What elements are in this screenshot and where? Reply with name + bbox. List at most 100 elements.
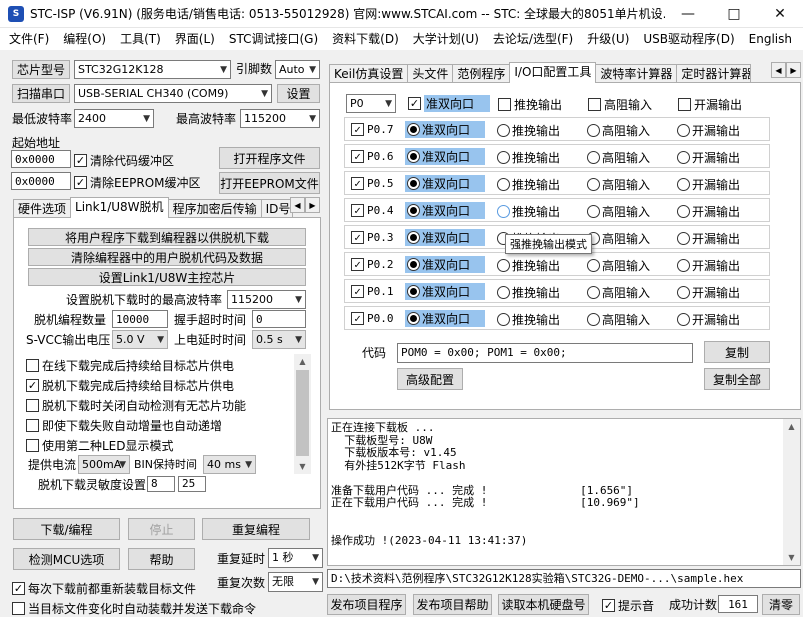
repeat-count-select[interactable]: 无限 ▼: [268, 572, 323, 592]
pin-mode-radio[interactable]: 开漏输出: [677, 230, 740, 247]
publish-help-button[interactable]: 发布项目帮助: [413, 594, 492, 615]
offline-baud-select[interactable]: 115200 ▼: [227, 290, 306, 309]
pin-count-select[interactable]: Auto ▼: [275, 60, 320, 79]
menu-usb-driver[interactable]: USB驱动程序(D): [636, 28, 741, 50]
download-program-button[interactable]: 下载/编程: [13, 518, 120, 540]
pin-mode-radio[interactable]: 准双向口: [405, 310, 485, 327]
pin-mode-radio[interactable]: 高阻输入: [587, 257, 650, 274]
pin-mode-radio[interactable]: 高阻输入: [587, 284, 650, 301]
offline-option-checkbox[interactable]: 即使下载失败自动增量也自动递增: [26, 417, 222, 434]
pin-mode-radio[interactable]: 准双向口: [405, 256, 485, 273]
repeat-delay-select[interactable]: 1 秒 ▼: [268, 548, 323, 568]
reload-file-checkbox[interactable]: ✓ 每次下载前都重新装载目标文件: [12, 580, 196, 597]
pin-mode-radio[interactable]: 高阻输入: [587, 149, 650, 166]
chip-model-select[interactable]: STC32G12K128 ▼: [74, 60, 231, 79]
sensitivity-input-1[interactable]: 8: [147, 476, 175, 492]
max-baud-select[interactable]: 115200 ▼: [240, 109, 320, 128]
tab-id[interactable]: ID号: [260, 199, 293, 218]
menu-file[interactable]: 文件(F): [2, 28, 56, 50]
pin-mode-radio[interactable]: 推挽输出: [497, 176, 560, 193]
code-output-input[interactable]: POM0 = 0x00; POM1 = 0x00;: [397, 343, 693, 363]
minimize-icon[interactable]: —: [665, 0, 711, 28]
read-disk-serial-button[interactable]: 读取本机硬盘号: [498, 594, 589, 615]
pin-mode-radio[interactable]: 开漏输出: [677, 284, 740, 301]
chevron-down-icon[interactable]: ▼: [294, 459, 311, 474]
pin-mode-radio[interactable]: 开漏输出: [677, 176, 740, 193]
all-push-pull-checkbox[interactable]: 推挽输出: [498, 96, 562, 113]
port-select[interactable]: USB-SERIAL CH340 (COM9) ▼: [74, 84, 272, 103]
auto-send-checkbox[interactable]: 当目标文件变化时自动装载并发送下载命令: [12, 600, 256, 617]
pin-enable-checkbox[interactable]: ✓ P0.6: [351, 150, 394, 163]
tab-sample-program[interactable]: 范例程序: [452, 64, 511, 83]
all-quasi-bidir-checkbox[interactable]: ✓ 准双向口: [408, 95, 491, 112]
pin-mode-radio[interactable]: 准双向口: [405, 175, 485, 192]
pin-mode-radio[interactable]: 高阻输入: [587, 311, 650, 328]
handshake-timeout-input[interactable]: 0: [252, 310, 306, 328]
menu-program[interactable]: 编程(O): [56, 28, 113, 50]
eeprom-address-input[interactable]: 0x0000: [11, 172, 71, 190]
min-baud-select[interactable]: 2400 ▼: [74, 109, 154, 128]
download-to-programmer-button[interactable]: 将用户程序下载到编程器以供脱机下载: [28, 228, 306, 246]
menu-tools[interactable]: 工具(T): [113, 28, 168, 50]
pin-mode-radio[interactable]: 推挽输出: [497, 122, 560, 139]
pin-mode-radio[interactable]: 推挽输出: [497, 257, 560, 274]
offline-option-checkbox[interactable]: 脱机下载时关闭自动检测有无芯片功能: [26, 397, 246, 414]
menu-upgrade[interactable]: 升级(U): [580, 28, 636, 50]
code-address-input[interactable]: 0x0000: [11, 150, 71, 168]
tab-timer-calc[interactable]: 定时器计算器: [676, 64, 752, 83]
pin-mode-radio[interactable]: 高阻输入: [587, 176, 650, 193]
pin-mode-radio[interactable]: 开漏输出: [677, 203, 740, 220]
pin-mode-radio[interactable]: 开漏输出: [677, 122, 740, 139]
program-count-input[interactable]: 10000: [112, 310, 168, 328]
chevron-up-icon[interactable]: ▲: [783, 419, 800, 434]
open-program-file-button[interactable]: 打开程序文件: [219, 147, 320, 169]
tab-link1-offline[interactable]: Link1/U8W脱机: [70, 197, 169, 218]
port-group-select[interactable]: P0 ▼: [346, 94, 396, 113]
copy-all-button[interactable]: 复制全部: [704, 368, 770, 390]
pin-mode-radio[interactable]: 推挽输出: [497, 311, 560, 328]
pin-mode-radio[interactable]: 推挽输出: [497, 149, 560, 166]
menu-forum[interactable]: 去论坛/选型(F): [486, 28, 580, 50]
close-icon[interactable]: ✕: [757, 0, 803, 28]
pin-mode-radio[interactable]: 推挽输出: [497, 284, 560, 301]
chevron-right-icon[interactable]: ▶: [786, 62, 801, 78]
offline-option-checkbox[interactable]: 使用第二种LED显示模式: [26, 437, 174, 454]
chevron-left-icon[interactable]: ◀: [771, 62, 786, 78]
log-scrollbar[interactable]: ▲ ▼: [783, 419, 800, 565]
tab-encrypted-transfer[interactable]: 程序加密后传输: [167, 199, 262, 218]
pin-mode-radio[interactable]: 准双向口: [405, 121, 485, 138]
menu-debug[interactable]: STC调试接口(G): [222, 28, 325, 50]
publish-project-button[interactable]: 发布项目程序: [327, 594, 406, 615]
offline-option-checkbox[interactable]: 在线下载完成后持续给目标芯片供电: [26, 357, 234, 374]
all-open-drain-checkbox[interactable]: 开漏输出: [678, 96, 742, 113]
pin-enable-checkbox[interactable]: ✓ P0.4: [351, 204, 394, 217]
menu-university[interactable]: 大学计划(U): [406, 28, 486, 50]
tab-io-config[interactable]: I/O口配置工具: [509, 62, 597, 83]
sensitivity-input-2[interactable]: 25: [178, 476, 206, 492]
open-eeprom-file-button[interactable]: 打开EEPROM文件: [219, 172, 320, 194]
pin-enable-checkbox[interactable]: ✓ P0.5: [351, 177, 394, 190]
menu-interface[interactable]: 界面(L): [168, 28, 222, 50]
maximize-icon[interactable]: □: [711, 0, 757, 28]
repeat-program-button[interactable]: 重复编程: [202, 518, 310, 540]
help-button[interactable]: 帮助: [128, 548, 195, 570]
clear-count-button[interactable]: 清零: [762, 594, 800, 615]
power-delay-select[interactable]: 0.5 s ▼: [252, 330, 306, 349]
pin-enable-checkbox[interactable]: ✓ P0.7: [351, 123, 394, 136]
tab-hardware-options[interactable]: 硬件选项: [13, 199, 72, 218]
tab-keil-sim[interactable]: Keil仿真设置: [329, 64, 409, 83]
advanced-config-button[interactable]: 高级配置: [397, 368, 463, 390]
chip-model-button[interactable]: 芯片型号: [12, 60, 70, 79]
svcc-voltage-select[interactable]: 5.0 V ▼: [112, 330, 168, 349]
detect-mcu-button[interactable]: 检测MCU选项: [13, 548, 120, 570]
tab-baud-calc[interactable]: 波特率计算器: [595, 64, 678, 83]
pin-mode-radio[interactable]: 开漏输出: [677, 311, 740, 328]
pin-mode-radio[interactable]: 高阻输入: [587, 203, 650, 220]
pin-enable-checkbox[interactable]: ✓ P0.3: [351, 231, 394, 244]
settings-button[interactable]: 设置: [277, 84, 320, 103]
pin-mode-radio[interactable]: 准双向口: [405, 202, 485, 219]
offline-options-scrollbar[interactable]: ▲ ▼: [294, 354, 311, 474]
pin-mode-radio[interactable]: 高阻输入: [587, 230, 650, 247]
beep-checkbox[interactable]: ✓ 提示音: [602, 597, 654, 614]
menu-download-docs[interactable]: 资料下载(D): [325, 28, 406, 50]
